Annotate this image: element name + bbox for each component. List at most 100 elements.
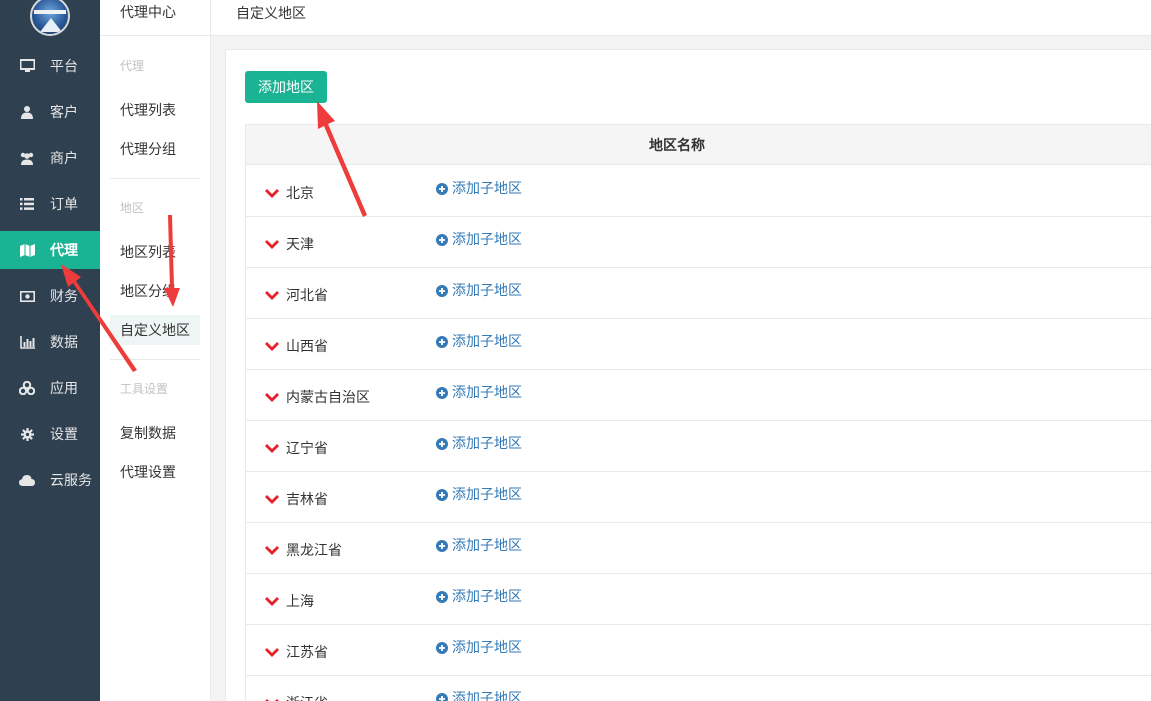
subnav-group-agent: 代理 <box>120 59 145 73</box>
add-subregion-link[interactable]: 添加子地区 <box>436 178 522 198</box>
table-row: 江苏省 添加子地区 <box>246 625 1151 676</box>
chevron-down-icon[interactable] <box>265 645 279 657</box>
table-row: 河北省 添加子地区 <box>246 268 1151 319</box>
region-name: 浙江省 <box>286 693 328 701</box>
nav-item-platform[interactable]: 平台 <box>0 47 100 85</box>
region-name: 上海 <box>286 593 314 609</box>
bar-chart-icon <box>19 334 35 350</box>
add-subregion-link[interactable]: 添加子地区 <box>436 229 522 249</box>
sub-sidebar-title: 代理中心 <box>100 0 211 36</box>
subnav-item-agent-list[interactable]: 代理列表 <box>110 95 200 125</box>
subnav-group-tools: 工具设置 <box>120 382 169 396</box>
add-subregion-label: 添加子地区 <box>452 588 522 604</box>
region-name: 天津 <box>286 236 314 252</box>
plus-circle-icon <box>436 590 448 603</box>
add-subregion-link[interactable]: 添加子地区 <box>436 535 522 555</box>
region-table: 地区名称 北京 添加子地区 天津 添加子地区 河北省 添加子地区 山西省 添加子地区 内蒙古自治… <box>245 124 1151 701</box>
nav-item-merchant[interactable]: 商户 <box>0 139 100 177</box>
nav-label: 商户 <box>50 150 78 166</box>
chevron-down-icon[interactable] <box>265 390 279 402</box>
column-header-region-name: 地区名称 <box>649 137 705 153</box>
nav-item-agent[interactable]: 代理 <box>0 231 100 269</box>
add-subregion-label: 添加子地区 <box>452 384 522 400</box>
subnav-item-copy-data[interactable]: 复制数据 <box>110 418 200 448</box>
add-region-button[interactable]: 添加地区 <box>245 71 327 103</box>
list-icon <box>19 196 35 212</box>
subnav-item-agent-settings[interactable]: 代理设置 <box>110 457 200 487</box>
chevron-down-icon[interactable] <box>265 339 279 351</box>
nav-item-cloud[interactable]: 云服务 <box>0 461 100 499</box>
add-subregion-link[interactable]: 添加子地区 <box>436 331 522 351</box>
nav-item-settings[interactable]: 设置 <box>0 415 100 453</box>
subnav-item-region-list[interactable]: 地区列表 <box>110 237 200 267</box>
user-icon <box>19 104 35 120</box>
nav-label: 云服务 <box>50 472 92 488</box>
add-subregion-label: 添加子地区 <box>452 231 522 247</box>
add-subregion-link[interactable]: 添加子地区 <box>436 484 522 504</box>
plus-circle-icon <box>436 335 448 348</box>
table-row: 吉林省 添加子地区 <box>246 472 1151 523</box>
subnav-item-region-group[interactable]: 地区分组 <box>110 276 200 306</box>
chevron-down-icon[interactable] <box>265 186 279 198</box>
divider <box>110 359 200 360</box>
table-row: 上海 添加子地区 <box>246 574 1151 625</box>
chevron-down-icon[interactable] <box>265 441 279 453</box>
divider <box>110 178 200 179</box>
region-name: 北京 <box>286 185 314 201</box>
gear-icon <box>19 426 35 442</box>
add-subregion-link[interactable]: 添加子地区 <box>436 433 522 453</box>
nav-label: 设置 <box>50 426 78 442</box>
region-name: 内蒙古自治区 <box>286 389 370 405</box>
nav-item-orders[interactable]: 订单 <box>0 185 100 223</box>
add-subregion-link[interactable]: 添加子地区 <box>436 637 522 657</box>
add-subregion-link[interactable]: 添加子地区 <box>436 280 522 300</box>
nav-item-apps[interactable]: 应用 <box>0 369 100 407</box>
cloud-icon <box>19 472 35 488</box>
chevron-down-icon[interactable] <box>265 288 279 300</box>
add-subregion-label: 添加子地区 <box>452 435 522 451</box>
add-subregion-link[interactable]: 添加子地区 <box>436 382 522 402</box>
map-icon <box>19 242 35 258</box>
top-bar: 自定义地区 <box>211 0 1151 36</box>
nav-item-customer[interactable]: 客户 <box>0 93 100 131</box>
logo[interactable] <box>30 0 70 36</box>
table-row: 天津 添加子地区 <box>246 217 1151 268</box>
subnav-item-agent-group[interactable]: 代理分组 <box>110 134 200 164</box>
main-sidebar: 平台 客户 商户 订单 代理 财务 数据 应用 设置 云服务 <box>0 0 100 701</box>
plus-circle-icon <box>436 692 448 701</box>
add-subregion-link[interactable]: 添加子地区 <box>436 688 522 701</box>
users-icon <box>19 150 35 166</box>
plus-circle-icon <box>436 284 448 297</box>
add-subregion-label: 添加子地区 <box>452 537 522 553</box>
chevron-down-icon[interactable] <box>265 237 279 249</box>
add-subregion-label: 添加子地区 <box>452 180 522 196</box>
table-row: 浙江省 添加子地区 <box>246 676 1151 701</box>
nav-label: 平台 <box>50 58 78 74</box>
chevron-down-icon[interactable] <box>265 696 279 701</box>
region-name: 河北省 <box>286 287 328 303</box>
nav-item-data[interactable]: 数据 <box>0 323 100 361</box>
nav-label: 客户 <box>50 104 78 120</box>
sub-sidebar: 代理中心 代理 代理列表 代理分组 地区 地区列表 地区分组 自定义地区 工具设… <box>100 0 211 701</box>
cubes-icon <box>19 380 35 396</box>
add-subregion-label: 添加子地区 <box>452 639 522 655</box>
chevron-down-icon[interactable] <box>265 594 279 606</box>
subnav-item-custom-region[interactable]: 自定义地区 <box>110 315 200 345</box>
table-row: 北京 添加子地区 <box>246 166 1151 217</box>
plus-circle-icon <box>436 233 448 246</box>
nav-label: 代理 <box>50 242 78 258</box>
region-name: 山西省 <box>286 338 328 354</box>
region-name: 辽宁省 <box>286 440 328 456</box>
region-name: 黑龙江省 <box>286 542 342 558</box>
plus-circle-icon <box>436 539 448 552</box>
nav-label: 应用 <box>50 380 78 396</box>
nav-item-finance[interactable]: 财务 <box>0 277 100 315</box>
breadcrumb: 自定义地区 <box>236 5 306 21</box>
nav-label: 数据 <box>50 334 78 350</box>
plus-circle-icon <box>436 437 448 450</box>
add-subregion-label: 添加子地区 <box>452 486 522 502</box>
add-subregion-link[interactable]: 添加子地区 <box>436 586 522 606</box>
nav-label: 订单 <box>50 196 78 212</box>
chevron-down-icon[interactable] <box>265 492 279 504</box>
chevron-down-icon[interactable] <box>265 543 279 555</box>
